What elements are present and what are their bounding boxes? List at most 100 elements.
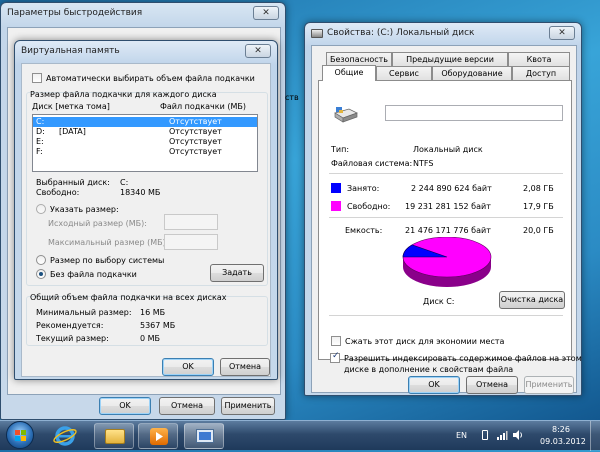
- recommended-label: Рекомендуется:: [36, 321, 104, 330]
- drive-row[interactable]: E: Отсутствует: [33, 137, 257, 147]
- specify-size-radio[interactable]: [36, 204, 46, 214]
- divider: [329, 217, 563, 218]
- drive-row[interactable]: D: [DATA] Отсутствует: [33, 127, 257, 137]
- tab-quota[interactable]: Квота: [508, 52, 570, 66]
- max-size-input[interactable]: [164, 234, 218, 250]
- clock-time[interactable]: 8:26: [552, 425, 570, 434]
- compress-drive-checkbox[interactable]: [331, 336, 341, 346]
- free-space-value: 18340 МБ: [120, 188, 161, 197]
- drive-pagefile: Отсутствует: [169, 127, 222, 136]
- disk-cleanup-button[interactable]: Очистка диска: [499, 291, 565, 309]
- compress-drive-label: Сжать этот диск для экономии места: [345, 337, 505, 346]
- general-tab-panel: Тип: Локальный диск Файловая система: NT…: [318, 80, 572, 360]
- virtual-memory-title: Виртуальная память: [21, 46, 120, 56]
- perf-cancel-button[interactable]: Отмена: [159, 397, 215, 415]
- virtual-memory-client: Автоматически выбирать объем файла подка…: [21, 63, 271, 377]
- auto-manage-checkbox[interactable]: [32, 73, 42, 83]
- type-label: Тип:: [331, 145, 350, 154]
- local-disk-icon: [333, 107, 359, 123]
- perf-partial-text: ств: [285, 93, 299, 102]
- free-space-bytes: 19 231 281 152 байт: [405, 202, 491, 211]
- tab-security[interactable]: Безопасность: [326, 52, 392, 66]
- type-value: Локальный диск: [413, 145, 483, 154]
- props-apply-button[interactable]: Применить: [524, 376, 574, 394]
- network-icon[interactable]: [496, 429, 508, 441]
- disk-column-header: Диск [метка тома]: [32, 102, 110, 111]
- system-properties-icon: [196, 429, 214, 443]
- language-indicator[interactable]: EN: [456, 431, 467, 440]
- tab-hardware[interactable]: Оборудование: [432, 66, 512, 80]
- system-managed-radio[interactable]: [36, 255, 46, 265]
- set-button[interactable]: Задать: [210, 264, 264, 282]
- drive-pagefile: Отсутствует: [169, 147, 222, 156]
- drive-pagefile: Отсутствует: [169, 117, 222, 126]
- drive-list[interactable]: C: Отсутствует D: [DATA] Отсутствует E: …: [32, 114, 258, 172]
- perf-apply-button[interactable]: Применить: [221, 397, 275, 415]
- used-space-label: Занято:: [347, 184, 380, 193]
- allow-indexing-checkbox[interactable]: ✓: [330, 351, 340, 363]
- no-pagefile-radio[interactable]: [36, 269, 46, 279]
- capacity-gb: 20,0 ГБ: [523, 226, 554, 235]
- file-explorer-icon: [105, 429, 125, 444]
- tab-tools[interactable]: Сервис: [376, 66, 432, 80]
- specify-size-label: Указать размер:: [50, 205, 119, 214]
- used-space-swatch: [331, 183, 341, 193]
- free-space-label: Свободно:: [36, 188, 80, 197]
- filesystem-label: Файловая система:: [331, 159, 413, 168]
- filesystem-value: NTFS: [413, 159, 434, 168]
- per-drive-group-label: Размер файла подкачки для каждого диска: [30, 90, 217, 99]
- props-cancel-button[interactable]: Отмена: [466, 376, 518, 394]
- taskbar: EN 8:26 09.03.2012: [0, 420, 600, 451]
- virtual-memory-dialog: Виртуальная память ✕ Автоматически выбир…: [14, 40, 278, 380]
- initial-size-input[interactable]: [164, 214, 218, 230]
- props-ok-button[interactable]: OK: [408, 376, 460, 394]
- system-properties-taskbar-button[interactable]: [184, 423, 224, 449]
- disk-caption: Диск C:: [423, 297, 455, 306]
- show-desktop-button[interactable]: [590, 421, 600, 451]
- drive-row[interactable]: F: Отсутствует: [33, 147, 257, 157]
- vm-ok-button[interactable]: OK: [162, 358, 214, 376]
- selected-disk-label: Выбранный диск:: [36, 178, 110, 187]
- tab-general[interactable]: Общие: [322, 65, 376, 81]
- perf-ok-button[interactable]: OK: [99, 397, 151, 415]
- volume-icon[interactable]: [512, 429, 524, 441]
- drive-letter: D:: [36, 127, 45, 136]
- battery-icon[interactable]: [482, 430, 488, 440]
- drive-row[interactable]: C: Отсутствует: [33, 117, 257, 127]
- max-size-label: Максимальный размер (МБ):: [48, 238, 169, 247]
- vm-cancel-button[interactable]: Отмена: [220, 358, 270, 376]
- disk-properties-client: Безопасность Предыдущие версии Квота Общ…: [311, 45, 582, 394]
- media-player-taskbar-button[interactable]: [138, 423, 178, 449]
- pagefile-column-header: Файл подкачки (МБ): [160, 102, 246, 111]
- recommended-value: 5367 МБ: [140, 321, 176, 330]
- performance-options-title: Параметры быстродействия: [7, 8, 143, 18]
- free-space-swatch: [331, 201, 341, 211]
- disk-properties-close-button[interactable]: ✕: [549, 26, 575, 40]
- current-size-label: Текущий размер:: [36, 334, 109, 343]
- internet-explorer-icon[interactable]: [52, 424, 78, 448]
- clock-date[interactable]: 09.03.2012: [540, 437, 586, 446]
- drive-letter: E:: [36, 137, 44, 146]
- media-player-icon: [150, 428, 168, 445]
- used-space-gb: 2,08 ГБ: [523, 184, 554, 193]
- virtual-memory-close-button[interactable]: ✕: [245, 44, 271, 58]
- disk-properties-title: Свойства: (C:) Локальный диск: [327, 28, 475, 38]
- start-orb-icon[interactable]: [6, 421, 34, 449]
- checkmark-icon: ✓: [332, 351, 340, 361]
- min-size-label: Минимальный размер:: [36, 308, 132, 317]
- auto-manage-label: Автоматически выбирать объем файла подка…: [46, 74, 255, 83]
- no-pagefile-label: Без файла подкачки: [50, 270, 137, 279]
- file-explorer-taskbar-button[interactable]: [94, 423, 134, 449]
- capacity-bytes: 21 476 171 776 байт: [405, 226, 491, 235]
- current-size-value: 0 МБ: [140, 334, 161, 343]
- divider: [329, 173, 563, 174]
- disk-properties-window: Свойства: (C:) Локальный диск ✕ Безопасн…: [304, 22, 582, 396]
- drive-name-input[interactable]: [385, 105, 563, 121]
- drive-volume-label: [DATA]: [59, 127, 86, 136]
- free-space-label: Свободно:: [347, 202, 391, 211]
- tab-sharing[interactable]: Доступ: [512, 66, 570, 80]
- used-space-bytes: 2 244 890 624 байт: [411, 184, 492, 193]
- tab-previous-versions[interactable]: Предыдущие версии: [392, 52, 508, 66]
- performance-options-close-button[interactable]: ✕: [253, 6, 279, 20]
- drive-title-icon: [311, 29, 323, 38]
